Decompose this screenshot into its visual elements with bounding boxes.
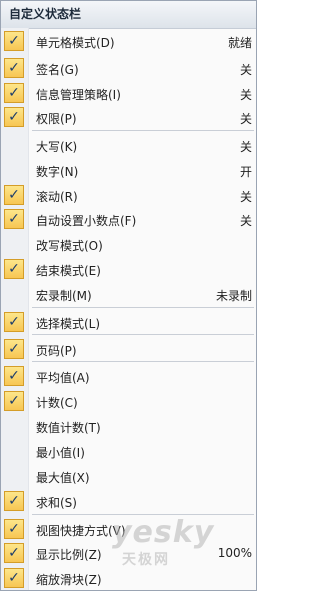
- menu-item-label: 计数(C): [36, 396, 78, 410]
- menu-item-label: 平均值(A): [36, 371, 90, 385]
- menu-item-label: 信息管理策略(I): [36, 88, 121, 102]
- menu-item-label: 滚动(R): [36, 190, 78, 204]
- menu-item-permissions[interactable]: ✓ 权限(P) 关: [1, 106, 256, 128]
- menu-item-selection-mode[interactable]: ✓ 选择模式(L): [1, 311, 256, 333]
- checkmark-icon: ✓: [4, 83, 24, 103]
- menu-item-signatures[interactable]: ✓ 签名(G) 关: [1, 57, 256, 79]
- menu-item-page-number[interactable]: ✓ 页码(P): [1, 338, 256, 360]
- checkmark-icon: ✓: [4, 107, 24, 127]
- menu-item-label: 权限(P): [36, 112, 77, 126]
- menu-item-info-mgmt-policy[interactable]: ✓ 信息管理策略(I) 关: [1, 82, 256, 104]
- menu-item-count[interactable]: ✓ 计数(C): [1, 390, 256, 412]
- menu-item-status-value: 关: [239, 190, 252, 204]
- menu-item-maximum[interactable]: 最大值(X): [1, 465, 256, 487]
- menu-item-label: 求和(S): [36, 496, 77, 510]
- menu-item-label: 改写模式(O): [36, 239, 103, 253]
- menu-item-label: 页码(P): [36, 344, 77, 358]
- menu-item-label: 最大值(X): [36, 471, 90, 485]
- menu-item-status-value: 关: [239, 88, 252, 102]
- menu-item-cell-mode[interactable]: ✓ 单元格模式(D) 就绪: [1, 30, 256, 52]
- menu-item-end-mode[interactable]: ✓ 结束模式(E): [1, 258, 256, 280]
- menu-item-status-value: 就绪: [227, 36, 252, 50]
- menu-item-status-value: 关: [239, 140, 252, 154]
- menu-item-overtype-mode[interactable]: 改写模式(O): [1, 233, 256, 255]
- menu-item-macro-recording[interactable]: 宏录制(M) 未录制: [1, 283, 256, 305]
- menu-item-status-value: 100%: [217, 546, 252, 560]
- menu-item-status-value: 关: [239, 214, 252, 228]
- menu-item-minimum[interactable]: 最小值(I): [1, 440, 256, 462]
- menu-item-label: 结束模式(E): [36, 264, 101, 278]
- watermark: yesky 天极网: [112, 515, 215, 568]
- checkmark-icon: ✓: [4, 568, 24, 588]
- checkmark-icon: ✓: [4, 543, 24, 563]
- checkmark-icon: ✓: [4, 31, 24, 51]
- checkmark-icon: ✓: [4, 259, 24, 279]
- menu-item-caps-lock[interactable]: 大写(K) 关: [1, 134, 256, 156]
- menu-item-num-lock[interactable]: 数字(N) 开: [1, 159, 256, 181]
- menu-item-status-value: 关: [239, 63, 252, 77]
- checkmark-icon: ✓: [4, 391, 24, 411]
- menu-item-zoom-slider[interactable]: ✓ 缩放滑块(Z): [1, 567, 256, 589]
- menu-item-sum[interactable]: ✓ 求和(S): [1, 490, 256, 512]
- menu-item-scroll-lock[interactable]: ✓ 滚动(R) 关: [1, 184, 256, 206]
- menu-item-label: 选择模式(L): [36, 317, 101, 331]
- menu-item-status-value: 未录制: [215, 289, 252, 303]
- menu-item-status-value: 开: [239, 165, 252, 179]
- watermark-subtext: 天极网: [122, 552, 170, 568]
- checkmark-icon: ✓: [4, 312, 24, 332]
- checkmark-icon: ✓: [4, 209, 24, 229]
- menu-item-numerical-count[interactable]: 数值计数(T): [1, 415, 256, 437]
- customize-status-bar-menu: 自定义状态栏 ✓ 单元格模式(D) 就绪 ✓ 签名(G) 关 ✓ 信息管理策略(I) 关 ✓ 权限(…: [0, 0, 257, 591]
- menu-item-label: 缩放滑块(Z): [36, 573, 102, 587]
- menu-item-label: 大写(K): [36, 140, 78, 154]
- menu-title: 自定义状态栏: [1, 1, 256, 29]
- menu-item-label: 签名(G): [36, 63, 79, 77]
- menu-separator: [32, 130, 254, 131]
- checkmark-icon: ✓: [4, 519, 24, 539]
- menu-separator: [32, 307, 254, 308]
- menu-item-average[interactable]: ✓ 平均值(A): [1, 365, 256, 387]
- menu-separator: [32, 361, 254, 362]
- checkmark-icon: ✓: [4, 366, 24, 386]
- checkmark-icon: ✓: [4, 491, 24, 511]
- menu-item-label: 数字(N): [36, 165, 79, 179]
- checkmark-icon: ✓: [4, 185, 24, 205]
- menu-item-status-value: 关: [239, 112, 252, 126]
- menu-item-label: 自动设置小数点(F): [36, 214, 137, 228]
- menu-item-label: 显示比例(Z): [36, 548, 102, 562]
- menu-item-label: 宏录制(M): [36, 289, 92, 303]
- menu-item-label: 单元格模式(D): [36, 36, 115, 50]
- menu-item-label: 最小值(I): [36, 446, 85, 460]
- menu-separator: [32, 334, 254, 335]
- checkmark-icon: ✓: [4, 58, 24, 78]
- watermark-logo: yesky: [112, 515, 215, 550]
- menu-item-label: 数值计数(T): [36, 421, 101, 435]
- menu-item-fixed-decimal[interactable]: ✓ 自动设置小数点(F) 关: [1, 208, 256, 230]
- checkmark-icon: ✓: [4, 339, 24, 359]
